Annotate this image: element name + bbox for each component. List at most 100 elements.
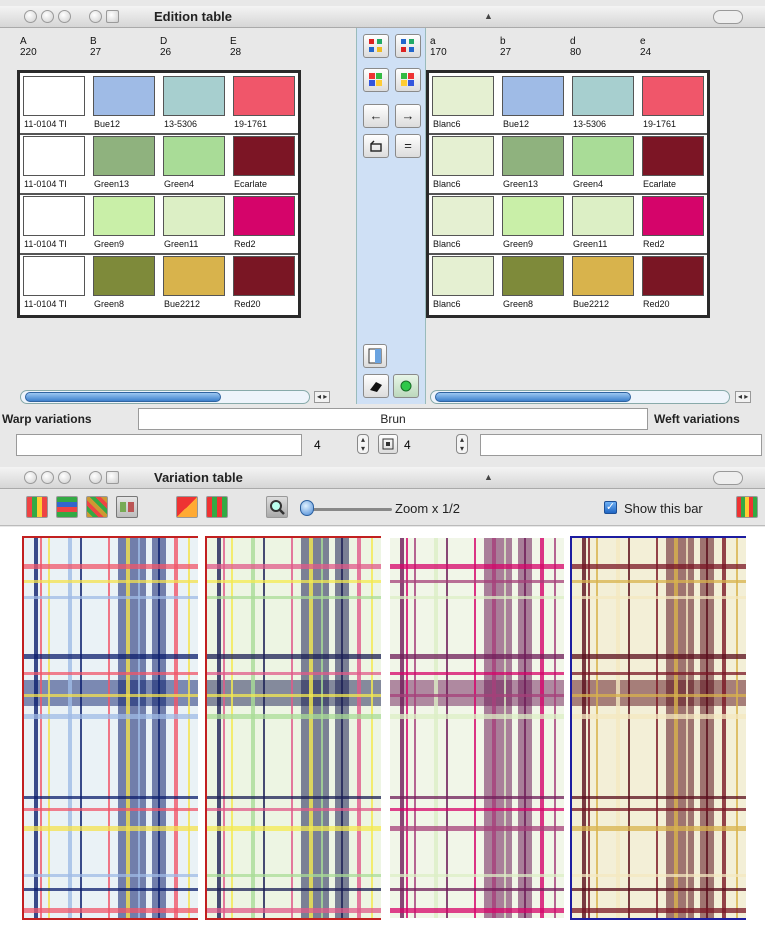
weft-color-swatch[interactable] <box>502 76 564 116</box>
weft-count-value: 4 <box>404 438 411 452</box>
weft-color-label: Blanc6 <box>433 119 461 129</box>
warp-color-swatch[interactable] <box>163 136 225 176</box>
shuffle-colors-button[interactable] <box>363 68 389 92</box>
tartan-variation-3[interactable] <box>388 536 564 920</box>
apply-tool-button[interactable] <box>393 374 419 398</box>
toolbar-toggle-button[interactable] <box>713 10 743 24</box>
warp-color-swatch[interactable] <box>23 76 85 116</box>
weft-scroll-thumb[interactable] <box>435 392 631 402</box>
warp-scroll-arrows[interactable]: ◂ ▸ <box>314 391 331 403</box>
warp-color-swatch[interactable] <box>163 76 225 116</box>
tartan-variation-4[interactable] <box>570 536 746 920</box>
weft-scroll-arrows[interactable]: ◂ ▸ <box>735 391 752 403</box>
weft-horizontal-scrollbar[interactable] <box>430 390 730 404</box>
warp-color-swatch[interactable] <box>23 196 85 236</box>
warp-color-swatch[interactable] <box>93 196 155 236</box>
color-palette-button[interactable] <box>176 496 198 518</box>
window-extra-button-2[interactable] <box>106 10 119 23</box>
weft-column-header: e 24 <box>640 36 651 58</box>
zoom-slider-knob[interactable] <box>300 500 314 516</box>
warp-column-letter: E <box>230 36 237 47</box>
variation-options-button[interactable] <box>736 496 758 518</box>
tartan-variation-1[interactable] <box>22 536 198 920</box>
show-bar-checkbox[interactable]: ✓ <box>604 501 617 514</box>
weft-color-swatch[interactable] <box>432 76 494 116</box>
sort-layout-button[interactable] <box>116 496 138 518</box>
weft-variations-field[interactable] <box>480 434 762 456</box>
zoom-tool-button[interactable] <box>266 496 288 518</box>
weft-color-label: Blanc6 <box>433 179 461 189</box>
equalize-button[interactable]: = <box>395 134 421 158</box>
weft-color-swatch[interactable] <box>572 76 634 116</box>
warp-count-stepper[interactable]: ▴ ▾ <box>357 434 369 454</box>
warp-row-divider <box>20 133 298 135</box>
warp-color-swatch[interactable] <box>23 136 85 176</box>
minimize-window-button[interactable] <box>41 10 54 23</box>
zoom-window-button[interactable] <box>58 10 71 23</box>
weft-color-swatch[interactable] <box>642 196 704 236</box>
weft-color-swatch[interactable] <box>572 136 634 176</box>
warp-color-swatch[interactable] <box>233 256 295 296</box>
weft-color-swatch[interactable] <box>502 136 564 176</box>
warp-scroll-thumb[interactable] <box>25 392 221 402</box>
undo-button[interactable] <box>363 134 389 158</box>
warp-color-swatch[interactable] <box>163 256 225 296</box>
weft-layout-button[interactable] <box>56 496 78 518</box>
panel-layout-button[interactable] <box>363 344 387 368</box>
warp-color-label: Green9 <box>94 239 125 249</box>
mixed-layout-button[interactable] <box>86 496 108 518</box>
name-field[interactable]: Brun <box>138 408 648 430</box>
warp-color-swatch[interactable] <box>233 136 295 176</box>
link-icon <box>382 438 394 450</box>
warp-column-header: B 27 <box>90 36 101 58</box>
warp-column-letter: D <box>160 36 168 47</box>
weft-color-swatch[interactable] <box>432 136 494 176</box>
shift-right-button[interactable]: → <box>395 104 421 128</box>
weft-color-swatch[interactable] <box>642 136 704 176</box>
weft-count-stepper[interactable]: ▴ ▾ <box>456 434 468 454</box>
variation-zoom-button[interactable] <box>58 471 71 484</box>
weft-column-letter: d <box>570 36 576 47</box>
variation-toolbar-toggle-button[interactable] <box>713 471 743 485</box>
warp-color-swatch[interactable] <box>93 256 155 296</box>
shift-left-button[interactable]: ← <box>363 104 389 128</box>
weft-color-swatch[interactable] <box>502 196 564 236</box>
warp-color-swatch[interactable] <box>23 256 85 296</box>
random-colors-button[interactable] <box>206 496 228 518</box>
warp-color-swatch[interactable] <box>93 136 155 176</box>
warp-horizontal-scrollbar[interactable] <box>20 390 310 404</box>
eraser-tool-button[interactable] <box>363 374 389 398</box>
name-field-value: Brun <box>380 412 406 426</box>
variation-close-button[interactable] <box>24 471 37 484</box>
variation-extra-button-1[interactable] <box>89 471 102 484</box>
variation-extra-button-2[interactable] <box>106 471 119 484</box>
swap-grid-tool-button[interactable] <box>363 34 389 58</box>
weft-color-swatch[interactable] <box>432 196 494 236</box>
weft-color-swatch[interactable] <box>642 76 704 116</box>
variation-minimize-button[interactable] <box>41 471 54 484</box>
window-extra-button-1[interactable] <box>89 10 102 23</box>
warp-color-swatch[interactable] <box>233 196 295 236</box>
weft-color-label: 19-1761 <box>643 119 677 129</box>
weft-color-swatch[interactable] <box>572 256 634 296</box>
weft-color-swatch[interactable] <box>642 256 704 296</box>
weft-color-swatch[interactable] <box>502 256 564 296</box>
warp-color-label: Green13 <box>94 179 130 189</box>
tartan-variation-2[interactable] <box>205 536 381 920</box>
close-window-button[interactable] <box>24 10 37 23</box>
weft-column-count: 170 <box>430 47 447 58</box>
warp-column-letter: B <box>90 36 97 47</box>
undo-icon <box>370 140 382 152</box>
warp-color-swatch[interactable] <box>163 196 225 236</box>
warp-layout-button[interactable] <box>26 496 48 518</box>
mix-colors-button[interactable] <box>395 68 421 92</box>
weft-color-swatch[interactable] <box>432 256 494 296</box>
copy-grid-tool-button[interactable] <box>395 34 421 58</box>
warp-variations-field[interactable] <box>16 434 302 456</box>
warp-color-swatch[interactable] <box>233 76 295 116</box>
link-counts-button[interactable] <box>378 434 398 454</box>
variation-caret-up-icon: ▲ <box>484 472 493 482</box>
weft-color-swatch[interactable] <box>572 196 634 236</box>
eraser-icon <box>370 382 382 392</box>
warp-color-swatch[interactable] <box>93 76 155 116</box>
